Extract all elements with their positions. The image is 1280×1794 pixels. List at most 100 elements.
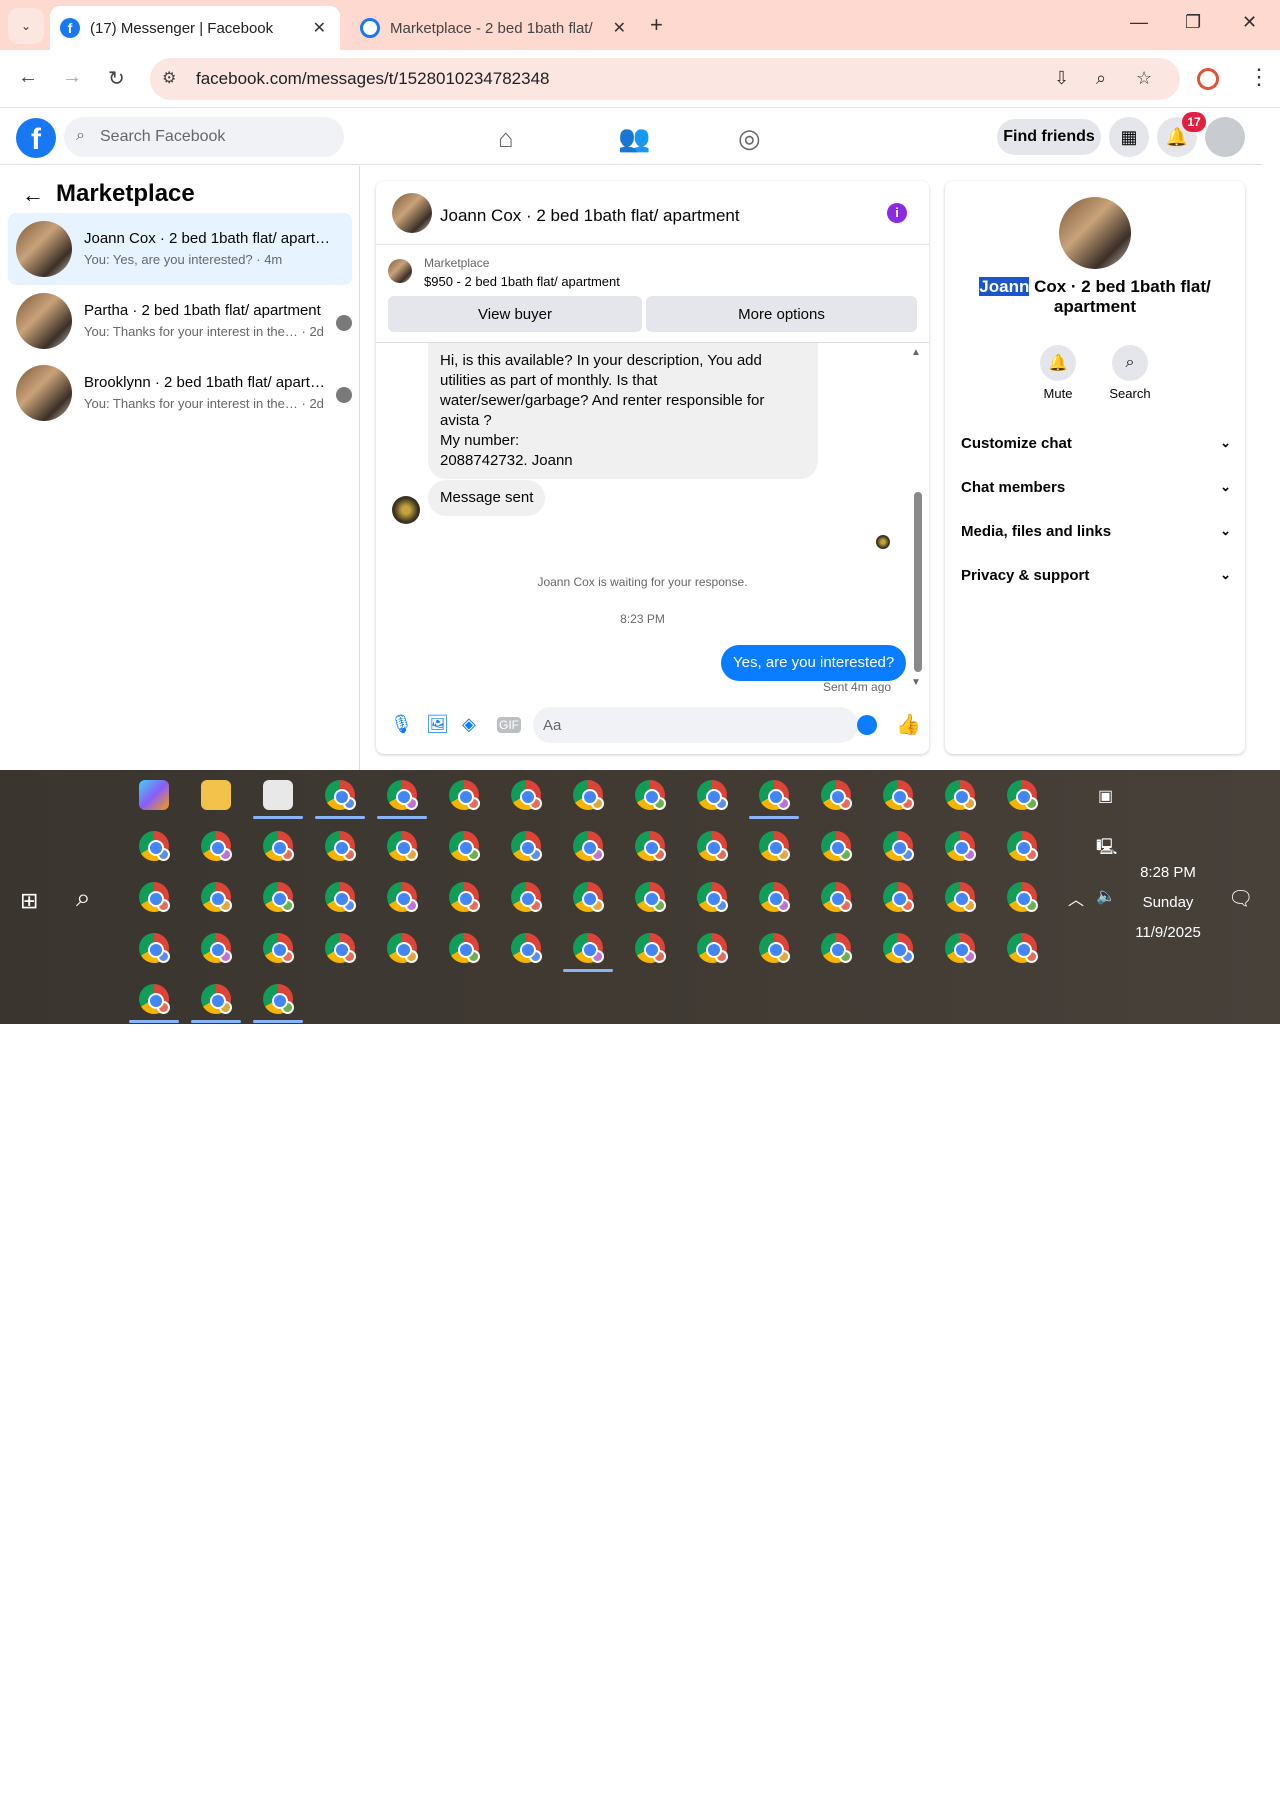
chrome-app-icon[interactable] <box>449 780 480 810</box>
scroll-up-arrow[interactable]: ▲ <box>911 347 921 358</box>
chrome-app-icon[interactable] <box>945 933 976 963</box>
address-bar[interactable]: ⚙ facebook.com/messages/t/15280102347823… <box>150 58 1180 100</box>
chrome-app-icon[interactable] <box>511 831 542 861</box>
facebook-logo[interactable]: f <box>16 118 56 158</box>
chrome-app-icon[interactable] <box>1007 831 1038 861</box>
groups-icon[interactable]: ◎ <box>738 123 761 154</box>
zoom-icon[interactable]: ⌕ <box>1096 68 1106 89</box>
friends-icon[interactable]: 👥 <box>618 123 650 154</box>
chrome-app-icon[interactable] <box>263 831 294 861</box>
chrome-app-icon[interactable] <box>697 831 728 861</box>
account-avatar[interactable] <box>1205 117 1245 157</box>
site-info-icon[interactable]: ⚙ <box>162 68 176 88</box>
chrome-app-icon[interactable] <box>945 780 976 810</box>
chrome-app-icon[interactable] <box>883 882 914 912</box>
chrome-app-icon[interactable] <box>759 831 790 861</box>
install-app-icon[interactable]: ⇩ <box>1054 68 1069 89</box>
chrome-app-icon[interactable] <box>883 780 914 810</box>
chrome-app-icon[interactable] <box>449 831 480 861</box>
chrome-app-icon[interactable] <box>759 780 790 810</box>
clock[interactable]: 8:28 PM Sunday 11/9/2025 <box>1128 858 1208 948</box>
conversation-item[interactable]: Partha · 2 bed 1bath flat/ apartment You… <box>8 285 352 357</box>
emoji-icon[interactable] <box>857 715 877 735</box>
chrome-app-icon[interactable] <box>821 780 852 810</box>
network-icon[interactable]: 🖳 <box>1096 836 1117 863</box>
chrome-app-icon[interactable] <box>449 882 480 912</box>
chrome-app-icon[interactable] <box>139 882 170 912</box>
url-text[interactable]: facebook.com/messages/t/1528010234782348 <box>196 69 549 89</box>
minimize-icon[interactable]: — <box>1130 12 1148 33</box>
chrome-app-icon[interactable] <box>511 933 542 963</box>
menu-kebab-icon[interactable]: ⋮ <box>1248 64 1270 90</box>
close-tab-icon[interactable]: ✕ <box>613 18 626 38</box>
chrome-app-icon[interactable] <box>511 882 542 912</box>
message-input[interactable]: Aa <box>533 707 858 743</box>
chrome-app-icon[interactable] <box>387 831 418 861</box>
close-tab-icon[interactable]: ✕ <box>313 18 326 38</box>
tab-messenger[interactable]: f (17) Messenger | Facebook ✕ <box>50 6 340 50</box>
bookmark-star-icon[interactable]: ☆ <box>1136 68 1152 89</box>
chrome-app-icon[interactable] <box>821 831 852 861</box>
chrome-app-icon[interactable] <box>821 933 852 963</box>
file-explorer-icon[interactable] <box>201 780 231 810</box>
restore-icon[interactable]: ❐ <box>1185 12 1201 33</box>
copilot-icon[interactable] <box>139 780 169 810</box>
media-files-section[interactable]: Media, files and links ⌄ <box>961 523 1231 547</box>
chrome-app-icon[interactable] <box>883 933 914 963</box>
listing-price[interactable]: $950 - 2 bed 1bath flat/ apartment <box>424 274 620 289</box>
chrome-app-icon[interactable] <box>387 933 418 963</box>
search-facebook-input[interactable]: ⌕ Search Facebook <box>64 117 344 157</box>
chrome-app-icon[interactable] <box>697 780 728 810</box>
snipping-tool-icon[interactable] <box>263 780 293 810</box>
new-tab-icon[interactable]: + <box>650 12 663 38</box>
chrome-app-icon[interactable] <box>883 831 914 861</box>
gif-icon[interactable]: GIF <box>497 717 521 733</box>
more-options-button[interactable]: More options <box>646 296 917 332</box>
chrome-app-icon[interactable] <box>945 831 976 861</box>
chrome-app-icon[interactable] <box>201 933 232 963</box>
chrome-app-icon[interactable] <box>821 882 852 912</box>
chrome-app-icon[interactable] <box>759 933 790 963</box>
close-window-icon[interactable]: ✕ <box>1242 12 1257 33</box>
chrome-app-icon[interactable] <box>139 933 170 963</box>
chrome-app-icon[interactable] <box>387 882 418 912</box>
show-hidden-icon[interactable]: ︿ <box>1068 886 1084 910</box>
chrome-app-icon[interactable] <box>201 882 232 912</box>
back-arrow-icon[interactable]: ← <box>22 182 44 208</box>
chat-scrollbar[interactable] <box>914 492 922 672</box>
tab-search-button[interactable]: ⌄ <box>8 8 44 44</box>
windows-start-icon[interactable]: ⊞ <box>20 888 38 914</box>
menu-grid-icon[interactable]: ▦ <box>1109 117 1149 157</box>
chrome-app-icon[interactable] <box>635 831 666 861</box>
volume-icon[interactable]: 🔈 <box>1096 886 1116 906</box>
chrome-app-icon[interactable] <box>325 882 356 912</box>
chrome-app-icon[interactable] <box>139 831 170 861</box>
microphone-icon[interactable]: 🎙 <box>390 714 413 735</box>
profile-icon[interactable] <box>1197 68 1219 90</box>
find-friends-button[interactable]: Find friends <box>997 119 1101 155</box>
home-icon[interactable]: ⌂ <box>498 123 514 154</box>
chrome-app-icon[interactable] <box>449 933 480 963</box>
sender-avatar[interactable] <box>392 496 420 524</box>
incoming-message[interactable]: Message sent <box>428 480 546 516</box>
chrome-app-icon[interactable] <box>1007 882 1038 912</box>
chrome-app-icon[interactable] <box>139 984 170 1014</box>
mute-button[interactable]: 🔔 <box>1040 345 1076 381</box>
chrome-app-icon[interactable] <box>635 933 666 963</box>
view-buyer-button[interactable]: View buyer <box>388 296 642 332</box>
chat-members-section[interactable]: Chat members ⌄ <box>961 479 1231 503</box>
chrome-app-icon[interactable] <box>635 882 666 912</box>
photo-icon[interactable]: 🖼 <box>426 714 449 735</box>
chrome-app-icon[interactable] <box>201 984 232 1014</box>
customize-chat-section[interactable]: Customize chat ⌄ <box>961 435 1231 459</box>
reload-icon[interactable]: ↻ <box>108 66 125 91</box>
outgoing-message[interactable]: Yes, are you interested? <box>721 645 907 681</box>
scroll-down-arrow[interactable]: ▼ <box>911 677 921 688</box>
incoming-message[interactable]: Hi, is this available? In your descripti… <box>428 343 818 479</box>
notifications-center-icon[interactable]: 🗨 <box>1228 886 1253 911</box>
conversation-item[interactable]: Brooklynn · 2 bed 1bath flat/ apartment … <box>8 357 352 429</box>
chrome-app-icon[interactable] <box>511 780 542 810</box>
chrome-app-icon[interactable] <box>697 933 728 963</box>
chat-title[interactable]: Joann Cox · 2 bed 1bath flat/ apartment <box>440 206 740 226</box>
chrome-app-icon[interactable] <box>573 882 604 912</box>
